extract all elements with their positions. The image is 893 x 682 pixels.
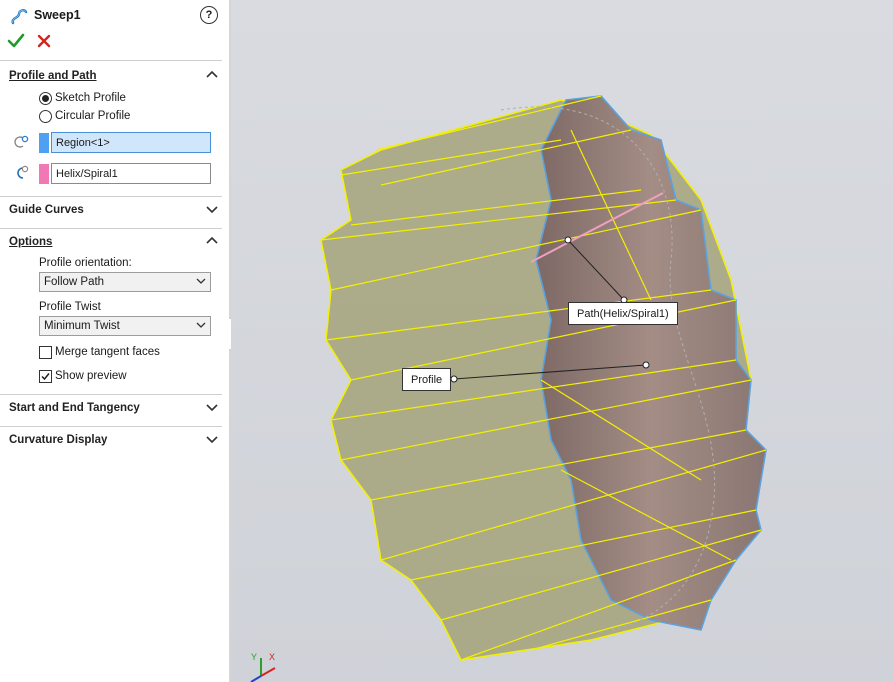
- axis-triad: Y X: [250, 652, 276, 682]
- path-selection-field[interactable]: Helix/Spiral1: [51, 163, 211, 184]
- help-icon[interactable]: ?: [200, 6, 218, 24]
- section-title: Options: [9, 236, 53, 248]
- cancel-button[interactable]: [35, 32, 53, 50]
- profile-twist-dropdown[interactable]: Minimum Twist: [39, 316, 211, 336]
- merge-tangent-faces-label: Merge tangent faces: [55, 346, 160, 358]
- section-guide-curves-header[interactable]: Guide Curves: [0, 200, 229, 222]
- triad-y-label: Y: [251, 652, 257, 662]
- divider: [0, 426, 222, 427]
- radio-circular-profile[interactable]: [39, 110, 52, 123]
- feature-title-row: Sweep1 ?: [0, 0, 229, 30]
- radio-sketch-profile[interactable]: [39, 92, 52, 105]
- section-start-end-tangency-header[interactable]: Start and End Tangency: [0, 398, 229, 420]
- chevron-up-icon[interactable]: [205, 234, 219, 248]
- checkmark-icon: [41, 373, 50, 381]
- chevron-down-icon[interactable]: [205, 202, 219, 216]
- property-manager-panel: Sweep1 ? Profile and Path Sketch Profile…: [0, 0, 229, 682]
- chevron-down-icon: [196, 322, 206, 328]
- profile-color-swatch: [39, 133, 49, 153]
- profile-twist-label: Profile Twist: [39, 301, 101, 313]
- divider: [0, 228, 222, 229]
- radio-circular-profile-label: Circular Profile: [55, 110, 131, 122]
- chevron-down-icon[interactable]: [205, 400, 219, 414]
- section-profile-and-path-header[interactable]: Profile and Path: [0, 66, 229, 88]
- section-title: Guide Curves: [9, 204, 84, 216]
- radio-sketch-profile-label: Sketch Profile: [55, 92, 126, 104]
- sweep-feature-icon: [11, 9, 28, 25]
- path-callout[interactable]: Path(Helix/Spiral1): [568, 302, 678, 325]
- show-preview-label: Show preview: [55, 370, 127, 382]
- section-title: Curvature Display: [9, 434, 108, 446]
- merge-tangent-faces-checkbox[interactable]: [39, 346, 52, 359]
- path-color-swatch: [39, 164, 49, 184]
- path-selection-icon: [17, 165, 29, 179]
- profile-orientation-dropdown[interactable]: Follow Path: [39, 272, 211, 292]
- chevron-down-icon: [196, 278, 206, 284]
- section-curvature-display-header[interactable]: Curvature Display: [0, 430, 229, 452]
- section-options-header[interactable]: Options: [0, 232, 229, 254]
- chevron-up-icon[interactable]: [205, 68, 219, 82]
- section-title: Profile and Path: [9, 70, 97, 82]
- chevron-down-icon[interactable]: [205, 432, 219, 446]
- triad-x-label: X: [269, 652, 275, 662]
- show-preview-checkbox[interactable]: [39, 370, 52, 383]
- ok-cancel-row: [0, 30, 229, 56]
- feature-title: Sweep1: [34, 8, 81, 22]
- profile-callout[interactable]: Profile: [402, 368, 452, 391]
- divider: [0, 196, 222, 197]
- divider: [0, 394, 222, 395]
- profile-orientation-value: Follow Path: [44, 276, 105, 288]
- sweep-preview-graphic: Y X: [250, 95, 767, 682]
- profile-orientation-label: Profile orientation:: [39, 257, 132, 269]
- profile-twist-value: Minimum Twist: [44, 320, 120, 332]
- graphics-viewport[interactable]: Y X Path(Helix/Spiral1) Profile: [231, 0, 893, 682]
- ok-button[interactable]: [7, 32, 25, 50]
- section-title: Start and End Tangency: [9, 402, 140, 414]
- divider: [0, 60, 222, 61]
- profile-selection-field[interactable]: Region<1>: [51, 132, 211, 153]
- profile-selection-icon: [14, 135, 29, 148]
